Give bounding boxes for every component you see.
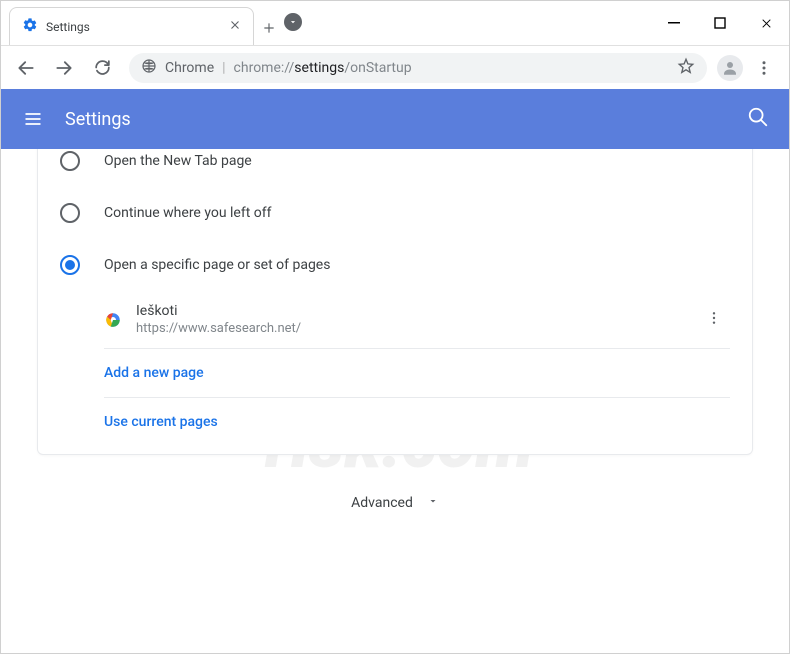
page-name: Ieškoti: [136, 303, 684, 319]
advanced-toggle[interactable]: Advanced: [37, 455, 753, 571]
radio-label: Open a specific page or set of pages: [104, 257, 330, 273]
origin-label: Chrome: [165, 60, 214, 76]
more-actions-icon[interactable]: [698, 310, 730, 330]
radio-specific-page[interactable]: Open a specific page or set of pages: [38, 239, 752, 291]
radio-icon[interactable]: [60, 151, 80, 171]
menu-icon[interactable]: [21, 107, 45, 131]
tab-search-icon[interactable]: [284, 13, 302, 31]
search-icon[interactable]: [747, 106, 769, 132]
advanced-label: Advanced: [351, 495, 413, 511]
page-url: https://www.safesearch.net/: [136, 321, 684, 336]
browser-tab[interactable]: Settings: [9, 7, 254, 45]
radio-new-tab[interactable]: Open the New Tab page: [38, 149, 752, 187]
startup-card: Open the New Tab page Continue where you…: [37, 149, 753, 455]
forward-button[interactable]: [47, 51, 81, 85]
separator: |: [222, 60, 225, 76]
toolbar: Chrome | chrome://settings/onStartup: [1, 45, 789, 89]
radio-continue[interactable]: Continue where you left off: [38, 187, 752, 239]
radio-label: Open the New Tab page: [104, 153, 252, 169]
content-scroll[interactable]: On startup Open the New Tab page Continu…: [1, 149, 789, 650]
menu-button[interactable]: [747, 51, 781, 85]
use-current-pages-link[interactable]: Use current pages: [104, 398, 730, 446]
startup-page-entry: Ieškoti https://www.safesearch.net/: [104, 291, 730, 349]
tab-title: Settings: [46, 20, 221, 34]
close-tab-icon[interactable]: [229, 19, 241, 35]
address-bar[interactable]: Chrome | chrome://settings/onStartup: [129, 53, 707, 83]
gear-icon: [22, 17, 38, 37]
settings-header: Settings: [1, 89, 789, 149]
url-text: chrome://settings/onStartup: [234, 60, 412, 76]
reload-button[interactable]: [85, 51, 119, 85]
window-titlebar: Settings: [1, 1, 789, 45]
add-page-link[interactable]: Add a new page: [104, 349, 730, 398]
radio-label: Continue where you left off: [104, 205, 272, 221]
new-tab-button[interactable]: [254, 11, 284, 45]
radio-icon[interactable]: [60, 255, 80, 275]
profile-button[interactable]: [717, 55, 743, 81]
chevron-down-icon: [427, 495, 439, 511]
window-close-button[interactable]: [743, 1, 789, 45]
radio-icon[interactable]: [60, 203, 80, 223]
site-info-icon[interactable]: [141, 58, 157, 78]
window-minimize-button[interactable]: [651, 1, 697, 45]
window-maximize-button[interactable]: [697, 1, 743, 45]
page-title: Settings: [65, 109, 131, 130]
back-button[interactable]: [9, 51, 43, 85]
bookmark-icon[interactable]: [677, 57, 695, 79]
favicon-icon: [104, 311, 122, 329]
